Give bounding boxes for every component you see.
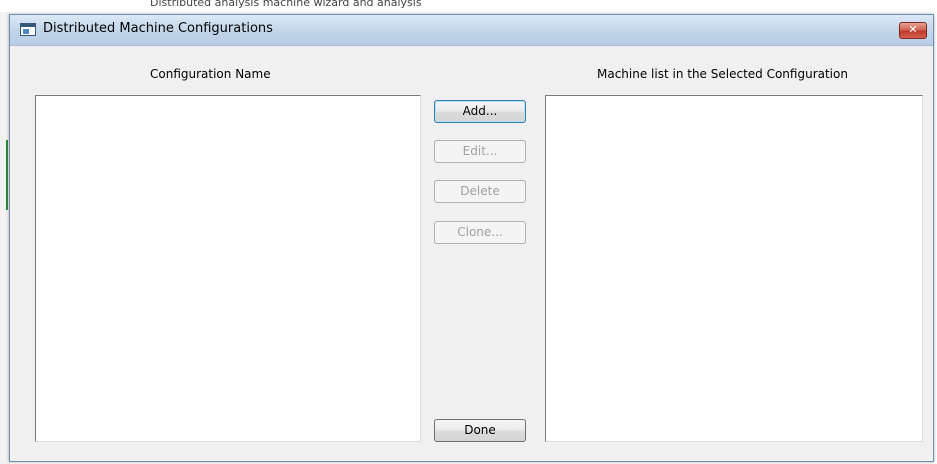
window-icon (20, 23, 36, 36)
delete-button[interactable]: Delete (434, 180, 526, 203)
dialog-titlebar[interactable]: Distributed Machine Configurations ✕ (10, 15, 933, 46)
dialog-title: Distributed Machine Configurations (43, 21, 273, 36)
machine-list[interactable] (545, 95, 923, 442)
close-icon: ✕ (908, 23, 918, 36)
close-button[interactable]: ✕ (899, 22, 927, 39)
configuration-name-header: Configuration Name (150, 67, 271, 81)
background-window-accent (6, 140, 8, 210)
background-window-strip: Distributed analysis machine wizard and … (0, 0, 937, 12)
clone-button[interactable]: Clone... (434, 221, 526, 244)
add-button[interactable]: Add... (434, 100, 526, 123)
distributed-machine-configurations-dialog: Distributed Machine Configurations ✕ Con… (9, 14, 934, 462)
edit-button[interactable]: Edit... (434, 140, 526, 163)
background-window-text: Distributed analysis machine wizard and … (150, 0, 422, 9)
configuration-list[interactable] (35, 95, 421, 442)
machine-list-header: Machine list in the Selected Configurati… (597, 67, 848, 81)
done-button[interactable]: Done (434, 419, 526, 442)
